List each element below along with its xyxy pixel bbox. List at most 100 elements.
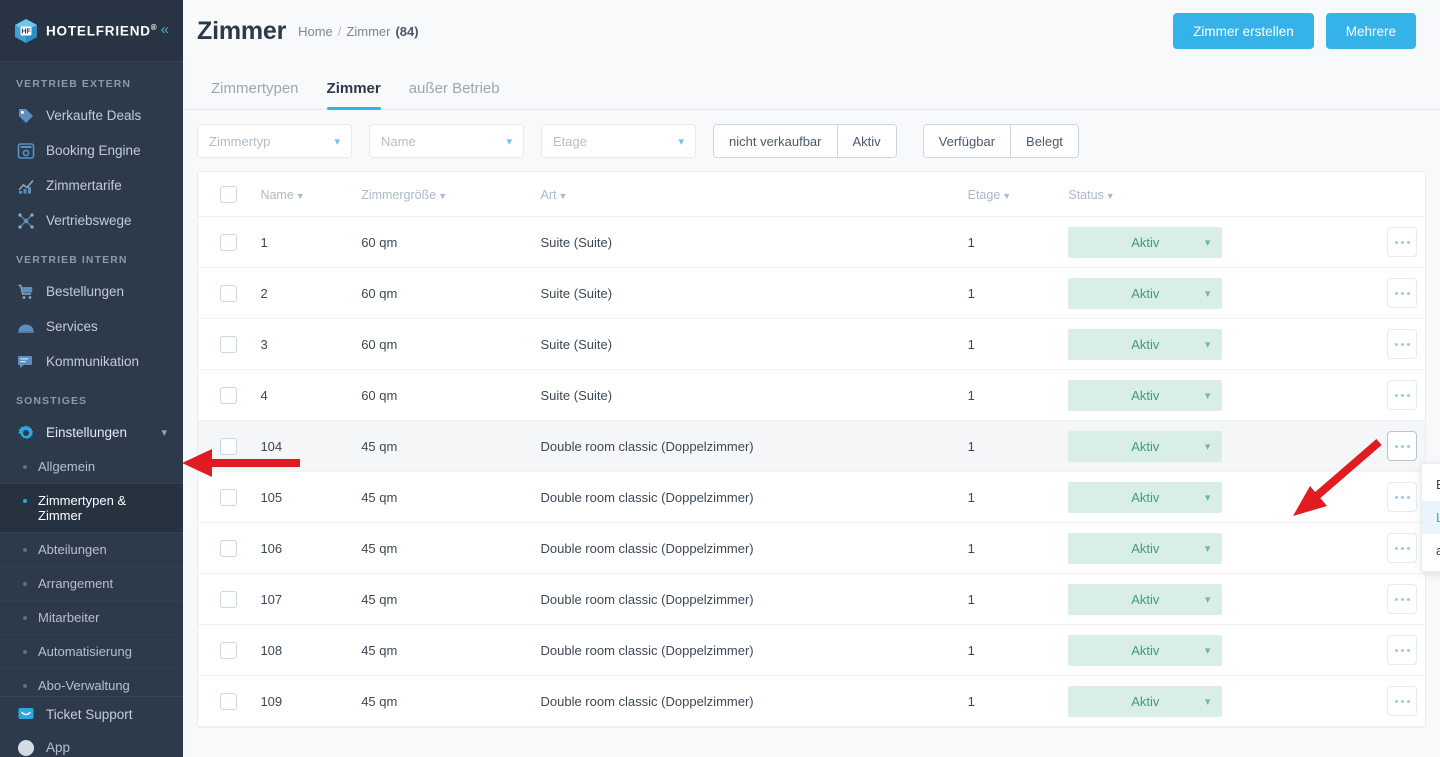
row-actions-button[interactable] (1387, 278, 1417, 308)
dot (1400, 495, 1404, 499)
cell-etage: 1 (967, 369, 1069, 421)
breadcrumb-home[interactable]: Home (298, 24, 333, 39)
context-menu-item-loeschen[interactable]: Löschen (1422, 501, 1440, 534)
sidebar-item-zimmertarife[interactable]: Zimmertarife (0, 168, 183, 203)
tab-zimmertypen[interactable]: Zimmertypen (197, 80, 313, 109)
sidebar-subitem-arrangement[interactable]: Arrangement (0, 567, 183, 601)
tab-zimmer[interactable]: Zimmer (313, 80, 395, 110)
row-actions-button[interactable] (1387, 329, 1417, 359)
row-checkbox[interactable] (220, 641, 237, 659)
row-actions-button[interactable] (1387, 482, 1417, 512)
table-row[interactable]: 104 45 qm Double room classic (Doppelzimme… (198, 420, 1425, 472)
status-badge[interactable]: Aktiv ▾ (1068, 634, 1223, 666)
status-badge[interactable]: Aktiv ▾ (1068, 685, 1223, 717)
row-checkbox[interactable] (220, 233, 237, 251)
dot (1400, 393, 1404, 397)
hotelfriend-logo-icon: HF (14, 18, 38, 44)
row-checkbox[interactable] (220, 335, 237, 353)
context-menu-item-ausser-betrieb[interactable]: außer Betrieb (1422, 534, 1440, 567)
cell-art: Suite (Suite) (540, 318, 968, 370)
room-type-select[interactable]: Zimmertyp ▾ (197, 124, 352, 158)
table-row[interactable]: 107 45 qm Double room classic (Doppelzimme… (198, 573, 1425, 625)
sidebar-subitem-allgemein[interactable]: Allgemein (0, 450, 183, 484)
cell-etage: 1 (967, 318, 1069, 370)
column-header-status[interactable]: Status ▼ (1068, 172, 1252, 217)
sidebar-item-label: Ticket Support (46, 706, 133, 722)
row-actions-button[interactable] (1387, 380, 1417, 410)
sidebar-item-vertriebswege[interactable]: Vertriebswege (0, 203, 183, 238)
sidebar-item-kommunikation[interactable]: Kommunikation (0, 344, 183, 379)
sidebar-item-services[interactable]: Services (0, 309, 183, 344)
create-room-button[interactable]: Zimmer erstellen (1173, 13, 1314, 49)
table-row[interactable]: 109 45 qm Double room classic (Doppelzimme… (198, 675, 1425, 727)
filter-belegt[interactable]: Belegt (1010, 125, 1078, 157)
status-badge[interactable]: Aktiv ▾ (1068, 430, 1223, 462)
row-checkbox[interactable] (220, 590, 237, 608)
row-select-cell (198, 675, 261, 727)
table-row[interactable]: 105 45 qm Double room classic (Doppelzimme… (198, 471, 1425, 523)
sidebar-subitem-zimmertypen-zimmer[interactable]: Zimmertypen & Zimmer (0, 484, 183, 533)
column-header-zimmergroesse[interactable]: Zimmergröße ▼ (361, 172, 541, 217)
dot (1400, 291, 1404, 295)
row-actions-button[interactable] (1387, 686, 1417, 716)
tag-icon (16, 106, 35, 125)
select-all-checkbox[interactable] (220, 186, 237, 203)
status-badge[interactable]: Aktiv ▾ (1068, 481, 1223, 513)
sidebar-item-ticket-support[interactable]: Ticket Support (0, 697, 183, 731)
row-checkbox[interactable] (220, 539, 237, 557)
cell-etage: 1 (967, 522, 1069, 574)
row-checkbox[interactable] (220, 386, 237, 404)
cell-name: 105 (260, 471, 362, 523)
sidebar-subitem-label: Zimmertypen & Zimmer (38, 493, 127, 523)
status-badge[interactable]: Aktiv ▾ (1068, 328, 1223, 360)
row-actions-button[interactable] (1387, 635, 1417, 665)
sidebar-subitem-abteilungen[interactable]: Abteilungen (0, 533, 183, 567)
name-select[interactable]: Name ▾ (369, 124, 524, 158)
status-badge[interactable]: Aktiv ▾ (1068, 226, 1223, 258)
table-row[interactable]: 2 60 qm Suite (Suite) 1 Aktiv ▾ (198, 267, 1425, 319)
row-actions-button[interactable] (1387, 431, 1417, 461)
context-menu-item-bearbeiten[interactable]: Bearbeiten (1422, 468, 1440, 501)
status-badge[interactable]: Aktiv ▾ (1068, 532, 1223, 564)
row-checkbox[interactable] (220, 488, 237, 506)
row-actions-button[interactable] (1387, 533, 1417, 563)
cell-status: Aktiv ▾ (1068, 267, 1252, 319)
sidebar-item-booking-engine[interactable]: Booking Engine (0, 133, 183, 168)
column-header-name[interactable]: Name ▼ (260, 172, 362, 217)
cell-zimmergroesse: 45 qm (361, 420, 541, 472)
sidebar-item-bestellungen[interactable]: Bestellungen (0, 274, 183, 309)
floor-select[interactable]: Etage ▾ (541, 124, 696, 158)
dot (1394, 546, 1398, 550)
column-header-etage[interactable]: Etage ▼ (967, 172, 1069, 217)
ticket-support-icon (16, 705, 35, 724)
status-badge[interactable]: Aktiv ▾ (1068, 379, 1223, 411)
sidebar-item-einstellungen[interactable]: Einstellungen ▾ (0, 415, 183, 450)
filter-verfuegbar[interactable]: Verfügbar (923, 125, 1011, 157)
filter-nicht-verkaufbar[interactable]: nicht verkaufbar (714, 125, 837, 157)
row-checkbox[interactable] (220, 692, 237, 710)
sidebar-item-verkaufte-deals[interactable]: Verkaufte Deals (0, 98, 183, 133)
row-checkbox[interactable] (220, 437, 237, 455)
table-row[interactable]: 4 60 qm Suite (Suite) 1 Aktiv ▾ (198, 369, 1425, 421)
row-actions-button[interactable] (1387, 227, 1417, 257)
sidebar-subitem-automatisierung[interactable]: Automatisierung (0, 635, 183, 669)
chevron-down-icon: ▾ (1204, 236, 1211, 249)
status-badge[interactable]: Aktiv ▾ (1068, 583, 1223, 615)
create-multiple-button[interactable]: Mehrere (1325, 13, 1416, 49)
sidebar-item-app[interactable]: App (0, 731, 183, 757)
sort-caret-icon: ▼ (1105, 190, 1115, 201)
tab-ausser-betrieb[interactable]: außer Betrieb (395, 80, 514, 109)
status-badge[interactable]: Aktiv ▾ (1068, 277, 1223, 309)
sidebar-logo[interactable]: HF HOTELFRIEND® « (0, 0, 183, 62)
table-row[interactable]: 1 60 qm Suite (Suite) 1 Aktiv ▾ (198, 216, 1425, 268)
column-header-art[interactable]: Art ▼ (540, 172, 968, 217)
sidebar-subitem-mitarbeiter[interactable]: Mitarbeiter (0, 601, 183, 635)
filter-aktiv[interactable]: Aktiv (836, 125, 896, 157)
table-row[interactable]: 106 45 qm Double room classic (Doppelzimme… (198, 522, 1425, 574)
row-actions-button[interactable] (1387, 584, 1417, 614)
sidebar-collapse-icon[interactable]: « (161, 22, 169, 39)
table-row[interactable]: 3 60 qm Suite (Suite) 1 Aktiv ▾ (198, 318, 1425, 370)
table-row[interactable]: 108 45 qm Double room classic (Doppelzimme… (198, 624, 1425, 676)
chevron-down-icon: ▾ (1204, 389, 1211, 402)
row-checkbox[interactable] (220, 284, 237, 302)
